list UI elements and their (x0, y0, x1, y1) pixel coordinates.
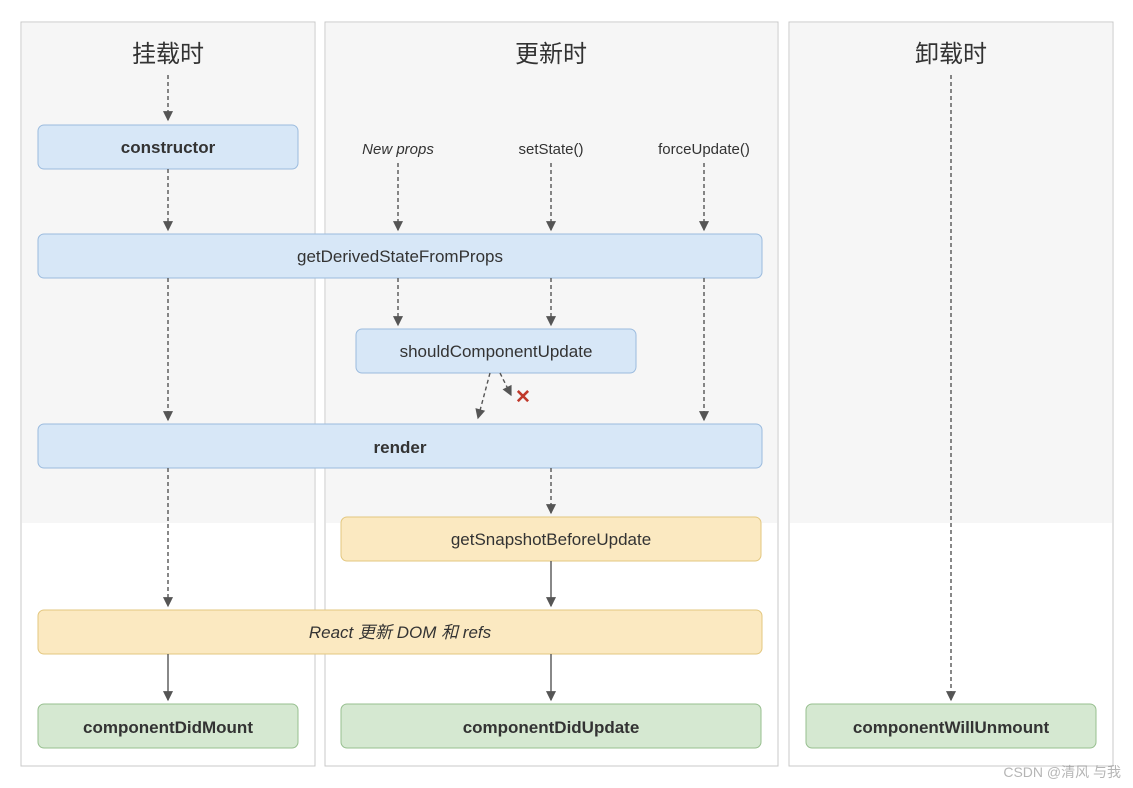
lifecycle-diagram: 挂载时 更新时 卸载时 constructor New props setSta… (0, 0, 1133, 788)
label-render: render (374, 438, 427, 457)
label-cdm: componentDidMount (83, 718, 253, 737)
column-title-mounting: 挂载时 (132, 41, 204, 68)
label-cdu: componentDidUpdate (463, 718, 640, 737)
label-gdsfp: getDerivedStateFromProps (297, 247, 503, 266)
label-new-props: New props (362, 141, 434, 158)
label-cwu: componentWillUnmount (853, 718, 1050, 737)
label-constructor: constructor (121, 138, 216, 157)
column-title-updating: 更新时 (515, 41, 587, 68)
label-forceupdate: forceUpdate() (658, 141, 750, 158)
column-title-unmounting: 卸载时 (915, 41, 987, 68)
cross-icon: ✕ (515, 387, 531, 408)
label-gsbu: getSnapshotBeforeUpdate (451, 530, 651, 549)
label-commit: React 更新 DOM 和 refs (309, 623, 492, 642)
label-scu: shouldComponentUpdate (400, 342, 593, 361)
label-setstate: setState() (518, 141, 583, 158)
